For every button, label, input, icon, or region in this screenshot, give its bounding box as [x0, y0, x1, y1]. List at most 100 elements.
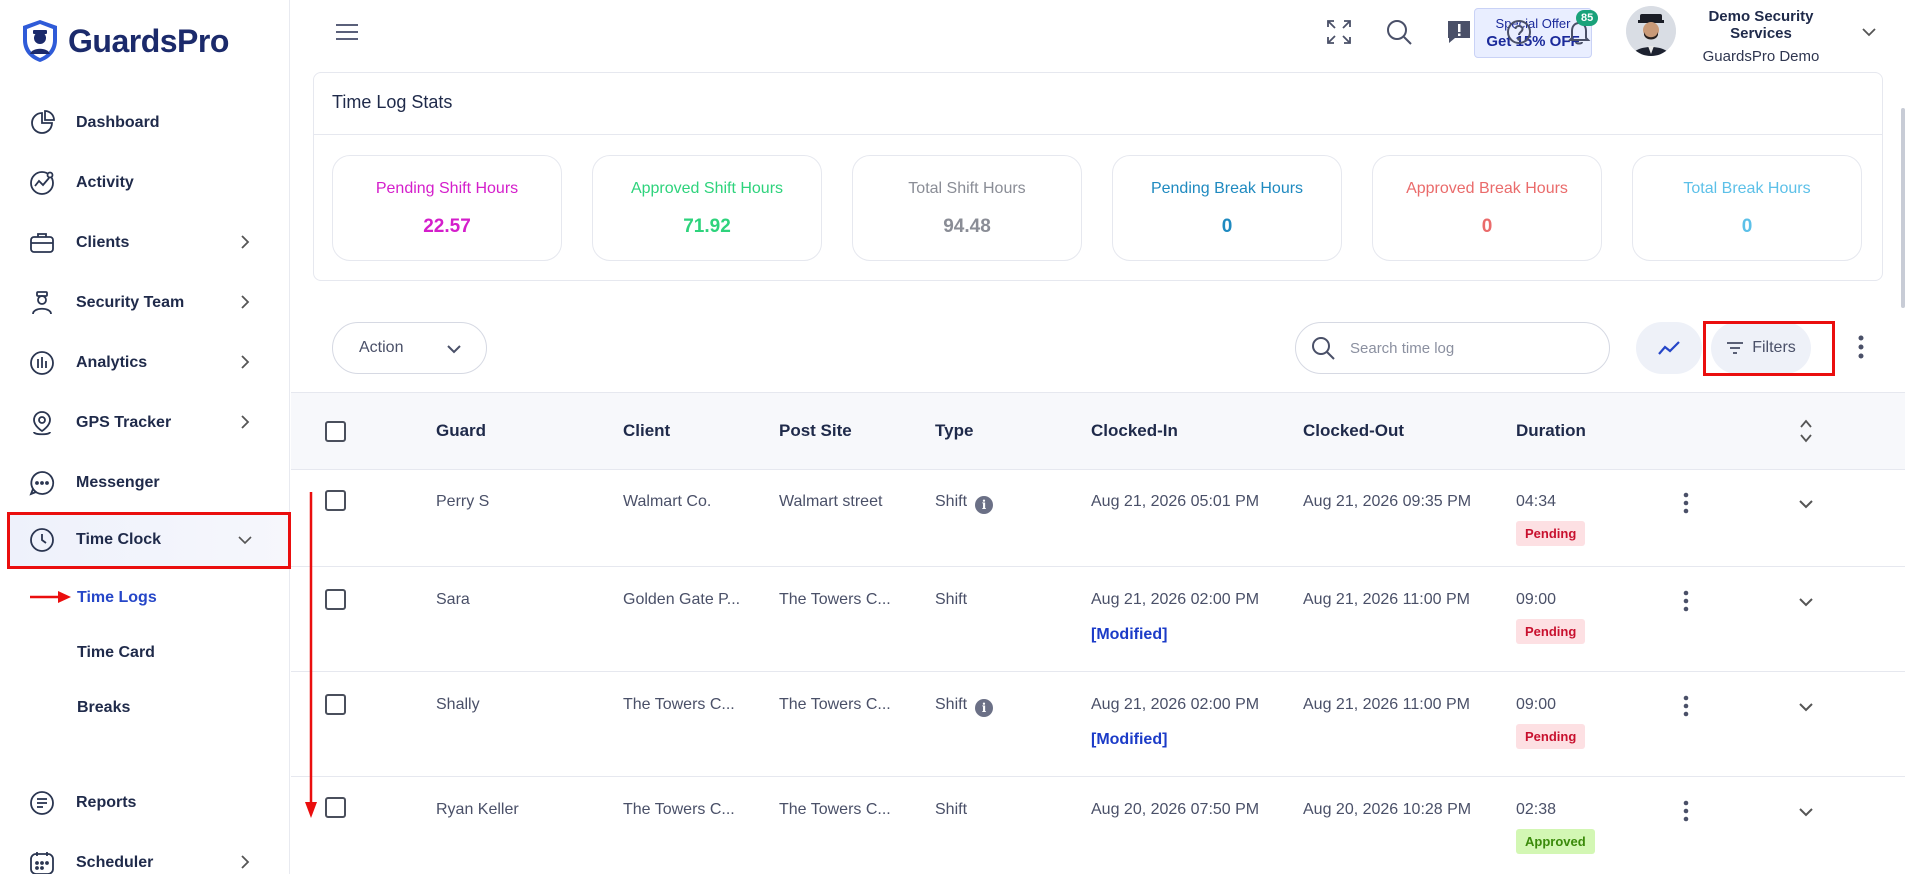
subnav-breaks[interactable]: Breaks — [77, 699, 130, 717]
sidebar-item-security-team[interactable]: Security Team — [0, 278, 290, 328]
stat-label: Total Break Hours — [1683, 180, 1811, 197]
post-site: The Towers C... — [779, 801, 891, 818]
sidebar-item-gps-tracker[interactable]: GPS Tracker — [0, 398, 290, 448]
table-row[interactable]: Sara Golden Gate P... The Towers C... Sh… — [291, 568, 1905, 672]
column-duration[interactable]: Duration — [1516, 421, 1586, 441]
clocked-in-time: Aug 20, 2026 07:50 PM — [1091, 801, 1260, 818]
more-options-icon[interactable] — [1857, 334, 1865, 360]
row-options-icon[interactable] — [1682, 491, 1690, 515]
guard-name[interactable]: Shally — [436, 696, 480, 714]
stat-total-break-hours: Total Break Hours 0 — [1632, 155, 1862, 261]
row-checkbox[interactable] — [325, 797, 346, 818]
row-options-icon[interactable] — [1682, 589, 1690, 613]
table-toolbar: Action Filters — [291, 310, 1905, 390]
clocked-out-time: Aug 21, 2026 11:00 PM — [1303, 696, 1470, 713]
feedback-icon[interactable] — [1445, 18, 1473, 46]
search-input[interactable] — [1350, 339, 1590, 357]
info-icon[interactable]: i — [975, 699, 994, 717]
sidebar-item-label: Security Team — [76, 294, 185, 311]
post-site: The Towers C... — [779, 696, 891, 713]
sidebar: GuardsPro Dashboard Activity Clients Sec… — [0, 0, 291, 874]
stats-toggle-button[interactable] — [1636, 322, 1702, 374]
sidebar-item-analytics[interactable]: Analytics — [0, 338, 290, 388]
subnav-time-card[interactable]: Time Card — [77, 644, 155, 662]
location-pin-icon — [28, 409, 56, 437]
trend-line-icon — [1658, 341, 1680, 355]
table-row[interactable]: Perry S Walmart Co. Walmart street Shift… — [291, 471, 1905, 567]
column-guard[interactable]: Guard — [436, 421, 486, 441]
row-options-icon[interactable] — [1682, 694, 1690, 718]
chevron-down-icon[interactable] — [1797, 495, 1815, 513]
sidebar-item-activity[interactable]: Activity — [0, 158, 290, 208]
clocked-out-time: Aug 21, 2026 09:35 PM — [1303, 493, 1472, 510]
modified-tag[interactable]: [Modified] — [1091, 731, 1167, 749]
sidebar-item-label: Messenger — [76, 474, 160, 491]
pointer-arrow-icon — [30, 591, 71, 603]
client-name: Golden Gate P... — [623, 591, 741, 608]
row-checkbox[interactable] — [325, 490, 346, 511]
table-row[interactable]: Ryan Keller The Towers C... The Towers C… — [291, 778, 1905, 874]
notification-count-badge: 85 — [1576, 10, 1599, 26]
chevron-down-icon[interactable] — [1797, 803, 1815, 821]
sidebar-item-dashboard[interactable]: Dashboard — [0, 98, 290, 148]
avatar[interactable] — [1626, 6, 1676, 56]
client-name: The Towers C... — [623, 696, 735, 713]
hamburger-menu-icon[interactable] — [335, 22, 359, 42]
search-icon[interactable] — [1385, 18, 1413, 46]
stat-value: 22.57 — [423, 216, 471, 237]
chevron-right-icon — [241, 235, 250, 249]
scrollbar[interactable] — [1901, 108, 1905, 308]
fullscreen-icon[interactable] — [1325, 18, 1353, 46]
sidebar-item-scheduler[interactable]: Scheduler — [0, 838, 290, 874]
help-icon[interactable] — [1505, 18, 1533, 46]
row-checkbox[interactable] — [325, 589, 346, 610]
subnav-time-logs[interactable]: Time Logs — [77, 589, 157, 607]
client-name: Walmart Co. — [623, 493, 712, 510]
clocked-out-time: Aug 20, 2026 10:28 PM — [1303, 801, 1472, 818]
column-type[interactable]: Type — [935, 421, 973, 441]
column-client[interactable]: Client — [623, 421, 670, 441]
column-clocked-in[interactable]: Clocked-In — [1091, 421, 1178, 441]
stat-value: 71.92 — [683, 216, 731, 237]
table-row[interactable]: Shally The Towers C... The Towers C... S… — [291, 673, 1905, 777]
chevron-down-icon[interactable] — [1797, 593, 1815, 611]
chevron-right-icon — [241, 415, 250, 429]
column-post-site[interactable]: Post Site — [779, 421, 852, 441]
type-label: Shift — [935, 493, 968, 510]
sidebar-item-clients[interactable]: Clients — [0, 218, 290, 268]
guard-name[interactable]: Ryan Keller — [436, 801, 519, 819]
sort-icon[interactable] — [1799, 417, 1813, 445]
brand-logo[interactable]: GuardsPro — [20, 18, 229, 64]
post-site: The Towers C... — [779, 591, 891, 608]
stat-label: Total Shift Hours — [908, 180, 1026, 197]
chat-bubble-icon — [28, 469, 56, 497]
stats-title: Time Log Stats — [332, 92, 453, 112]
stat-label: Pending Shift Hours — [375, 180, 519, 197]
sidebar-item-reports[interactable]: Reports — [0, 778, 290, 828]
stat-pending-shift-hours: Pending Shift Hours 22.57 — [332, 155, 562, 261]
time-clock-highlight — [7, 512, 291, 569]
stat-value: 0 — [1741, 216, 1753, 237]
modified-tag[interactable]: [Modified] — [1091, 626, 1167, 644]
action-dropdown[interactable]: Action — [332, 322, 487, 374]
stat-approved-break-hours: Approved Break Hours 0 — [1372, 155, 1602, 261]
select-all-checkbox[interactable] — [325, 421, 346, 442]
stat-total-shift-hours: Total Shift Hours 94.48 — [852, 155, 1082, 261]
status-badge: Approved — [1516, 829, 1595, 854]
sidebar-item-label: Reports — [76, 794, 137, 811]
row-options-icon[interactable] — [1682, 799, 1690, 823]
guard-name[interactable]: Perry S — [436, 493, 489, 511]
guard-name[interactable]: Sara — [436, 591, 470, 609]
chevron-down-icon[interactable] — [1797, 698, 1815, 716]
column-clocked-out[interactable]: Clocked-Out — [1303, 421, 1404, 441]
info-icon[interactable]: i — [975, 496, 994, 514]
chevron-down-icon[interactable] — [1861, 24, 1877, 40]
bar-chart-icon — [28, 349, 56, 377]
sidebar-item-messenger[interactable]: Messenger — [0, 458, 290, 508]
sidebar-item-label: Activity — [76, 174, 134, 191]
account-switcher[interactable]: Demo Security Services GuardsPro Demo — [1686, 8, 1836, 65]
row-checkbox[interactable] — [325, 694, 346, 715]
chevron-right-icon — [241, 295, 250, 309]
duration: 09:00 — [1516, 696, 1557, 713]
chevron-down-icon — [447, 345, 461, 354]
